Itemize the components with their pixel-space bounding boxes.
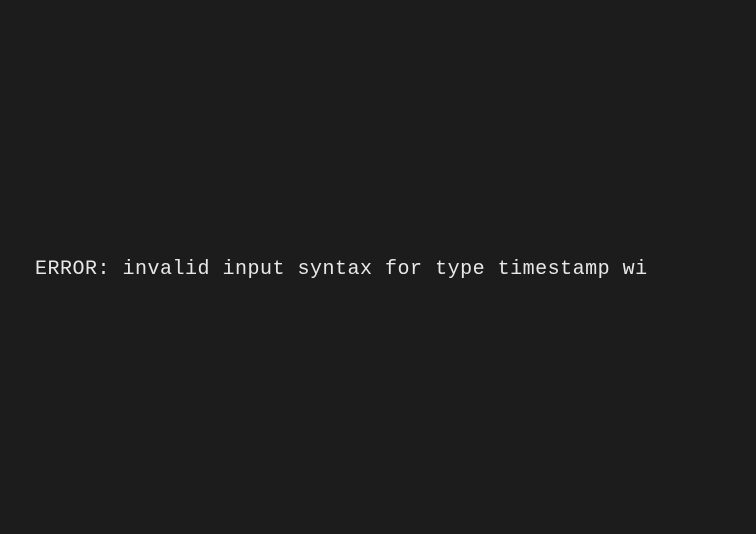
terminal-output: ERROR: invalid input syntax for type tim… xyxy=(0,0,756,534)
error-message-line: ERROR: invalid input syntax for type tim… xyxy=(35,258,648,281)
